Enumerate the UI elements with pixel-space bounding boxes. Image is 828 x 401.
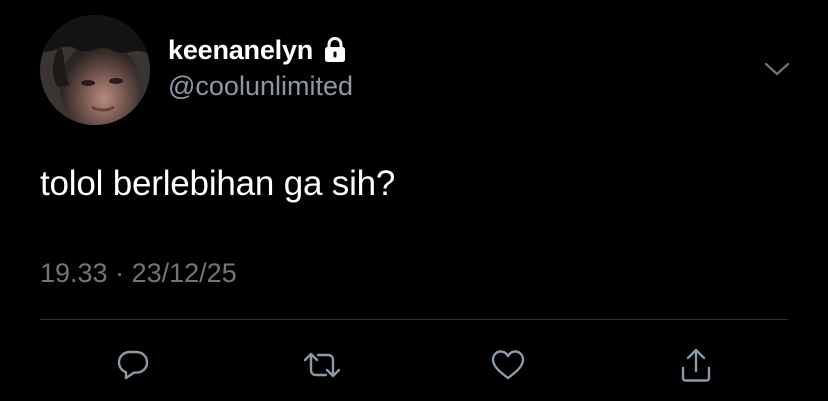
chevron-down-icon[interactable] (764, 60, 790, 78)
user-info: keenanelyn @coolunlimited (168, 33, 353, 102)
divider (40, 319, 788, 320)
action-bar (0, 345, 828, 385)
share-icon (681, 348, 711, 382)
tweet-card: keenanelyn @coolunlimited tolol berlebih… (0, 0, 828, 401)
retweet-button[interactable] (302, 345, 342, 385)
like-button[interactable] (488, 345, 528, 385)
reply-button[interactable] (113, 345, 153, 385)
lock-icon (325, 36, 346, 62)
tweet-date: 23/12/25 (131, 258, 237, 288)
avatar-image (40, 15, 150, 125)
tweet-time: 19.33 (40, 258, 108, 288)
retweet-icon (303, 352, 341, 378)
timestamp-separator: · (115, 258, 125, 288)
display-name[interactable]: keenanelyn (168, 35, 313, 66)
name-row: keenanelyn (168, 33, 353, 67)
heart-icon (491, 350, 525, 380)
reply-icon (117, 350, 149, 380)
avatar[interactable] (40, 15, 150, 125)
tweet-text: tolol berlebihan ga sih? (40, 164, 396, 203)
share-button[interactable] (676, 345, 716, 385)
tweet-timestamp[interactable]: 19.33 · 23/12/25 (40, 258, 237, 289)
user-handle[interactable]: @coolunlimited (168, 71, 353, 102)
